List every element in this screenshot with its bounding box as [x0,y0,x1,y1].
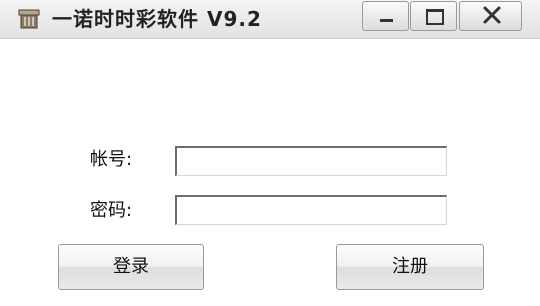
maximize-button[interactable] [410,1,457,31]
minimize-icon [380,19,393,22]
account-label: 帐号: [90,149,133,170]
login-button[interactable]: 登录 [58,244,204,290]
account-field[interactable] [175,146,447,176]
maximize-icon [426,9,444,25]
password-label: 密码: [90,200,133,221]
title-bar[interactable]: 一诺时时彩软件 V9.2 [0,0,540,39]
app-icon [18,9,40,29]
minimize-button[interactable] [362,1,409,31]
password-field[interactable] [175,195,447,225]
login-window: 一诺时时彩软件 V9.2 帐号: 密码: 登录 注册 [0,0,540,306]
register-button[interactable]: 注册 [336,244,484,290]
close-icon [482,5,502,25]
close-button[interactable] [459,1,522,31]
window-title: 一诺时时彩软件 V9.2 [52,7,262,31]
